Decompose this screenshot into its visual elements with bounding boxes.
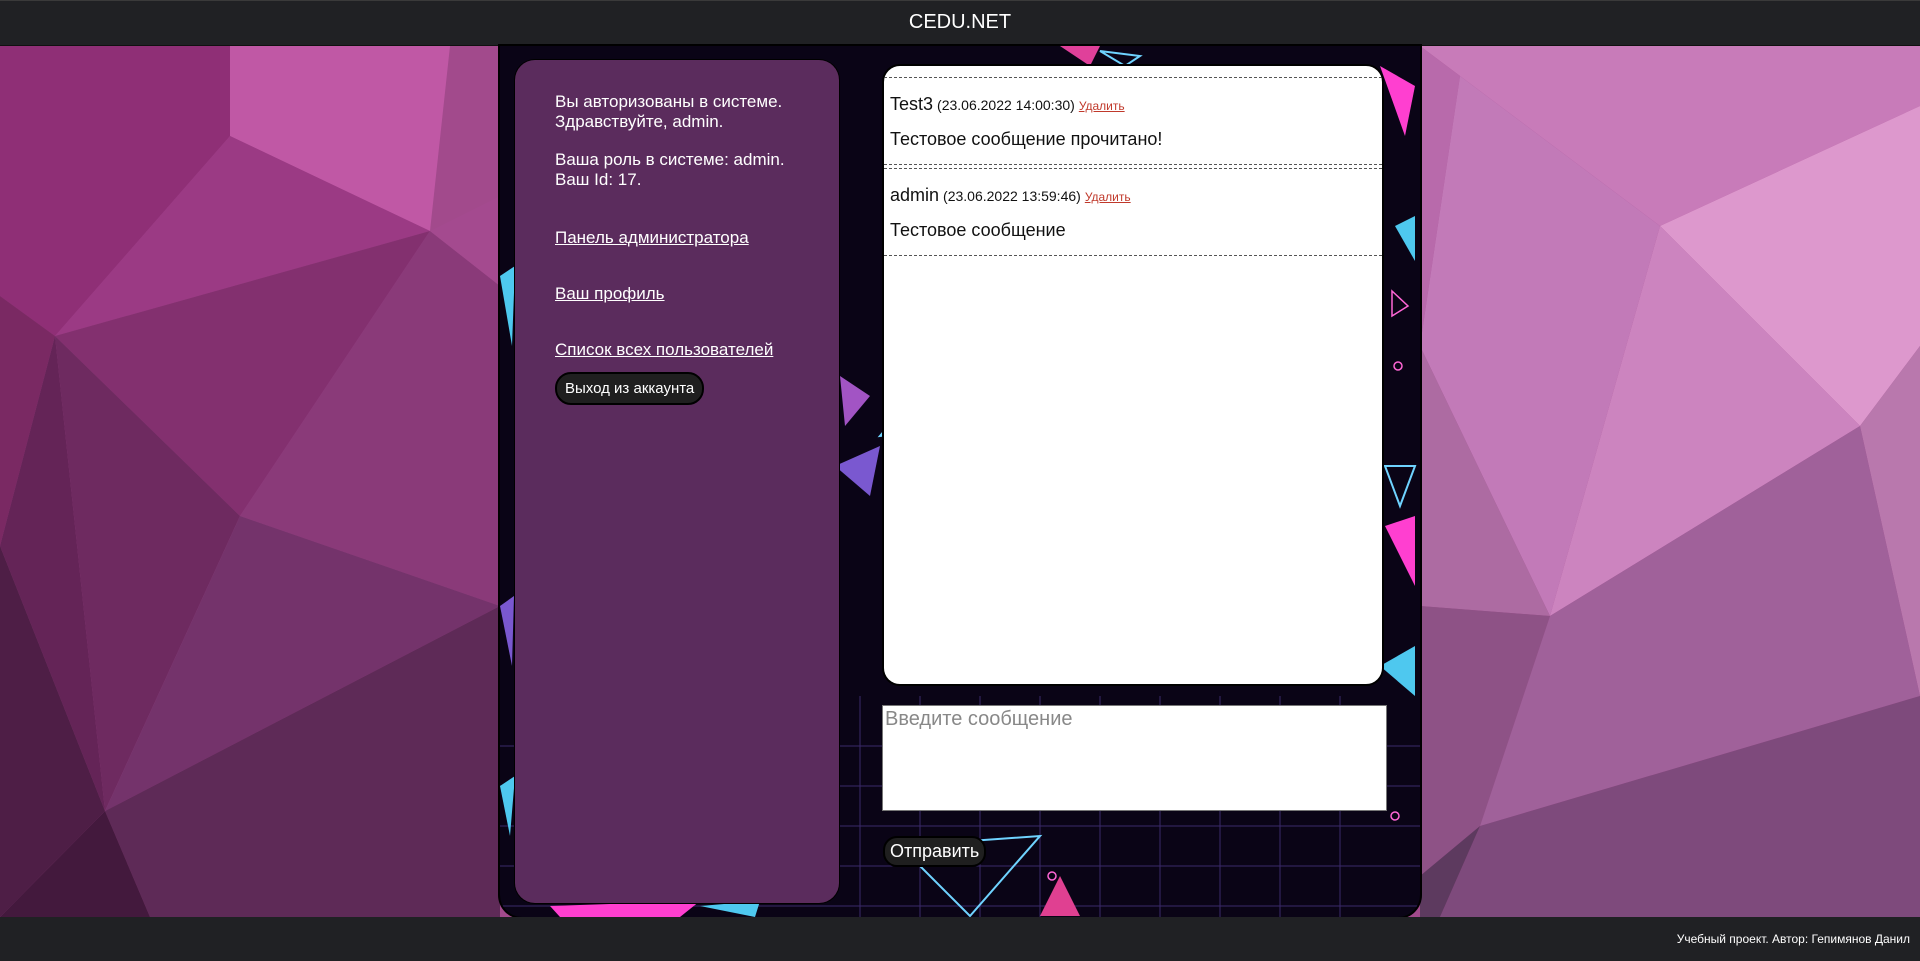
message-author: admin: [890, 185, 940, 205]
delete-message-link[interactable]: Удалить: [1079, 99, 1125, 113]
message-input[interactable]: [883, 706, 1386, 810]
users-list-link[interactable]: Список всех пользователей: [555, 340, 819, 360]
message-input-container: [882, 705, 1387, 811]
message-author: Test3: [890, 94, 934, 114]
role-text: Ваша роль в системе: admin.: [555, 150, 785, 169]
delete-message-link[interactable]: Удалить: [1085, 190, 1131, 204]
message-text: Тестовое сообщение прочитано!: [890, 129, 1163, 149]
admin-panel-link[interactable]: Панель администратора: [555, 228, 819, 248]
message-date: (23.06.2022 14:00:30): [937, 97, 1075, 113]
user-id-text: Ваш Id: 17.: [555, 170, 642, 189]
profile-link[interactable]: Ваш профиль: [555, 284, 819, 304]
send-button[interactable]: Отправить: [883, 836, 987, 867]
footer-text: Учебный проект. Автор: Гепимянов Данил: [1676, 932, 1910, 946]
site-header: CEDU.NET: [0, 0, 1920, 46]
message-item: Test3 (23.06.2022 14:00:30) Удалить Тестов…: [884, 77, 1382, 165]
logout-button[interactable]: Выход из аккаунта: [555, 372, 705, 405]
site-footer: Учебный проект. Автор: Гепимянов Данил: [0, 917, 1920, 961]
user-info: Ваша роль в системе: admin. Ваш Id: 17.: [555, 150, 819, 190]
message-date: (23.06.2022 13:59:46): [943, 188, 1081, 204]
auth-greeting: Вы авторизованы в системе. Здравствуйте,…: [555, 92, 819, 132]
message-item: admin (23.06.2022 13:59:46) Удалить Тестов…: [884, 168, 1382, 256]
message-text: Тестовое сообщение: [890, 220, 1066, 240]
chat-messages[interactable]: Test3 (23.06.2022 14:00:30) Удалить Тестов…: [882, 64, 1384, 686]
greeting-text: Здравствуйте, admin.: [555, 112, 724, 131]
site-title: CEDU.NET: [908, 11, 1012, 33]
auth-status-text: Вы авторизованы в системе.: [555, 92, 783, 111]
user-sidebar: Вы авторизованы в системе. Здравствуйте,…: [515, 60, 839, 903]
